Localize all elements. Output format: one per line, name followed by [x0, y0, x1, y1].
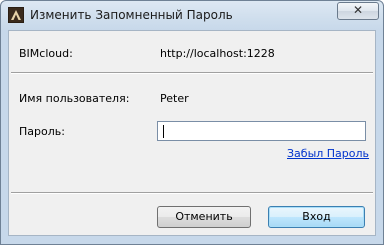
cancel-button[interactable]: Отменить — [157, 206, 251, 228]
close-button[interactable]: ✕ — [337, 2, 379, 20]
server-value: http://localhost:1228 — [160, 47, 275, 60]
user-value: Peter — [160, 92, 189, 105]
close-icon: ✕ — [352, 3, 364, 17]
forgot-password-link[interactable]: Забыл Пароль — [287, 147, 369, 160]
text-caret — [163, 125, 164, 138]
dialog-window: Изменить Запомненный Пароль ✕ BIMcloud: … — [0, 0, 384, 245]
title-bar[interactable]: Изменить Запомненный Пароль ✕ — [1, 1, 383, 31]
server-label: BIMcloud: — [19, 47, 73, 60]
separator-top — [11, 72, 373, 74]
password-label: Пароль: — [19, 125, 65, 138]
window-title: Изменить Запомненный Пароль — [30, 8, 233, 22]
password-field[interactable] — [157, 121, 366, 141]
separator-bottom — [11, 192, 373, 194]
login-button[interactable]: Вход — [268, 206, 365, 228]
archicad-app-icon — [8, 7, 24, 23]
user-label: Имя пользователя: — [19, 92, 130, 105]
dialog-content: BIMcloud: http://localhost:1228 Имя поль… — [8, 30, 376, 236]
